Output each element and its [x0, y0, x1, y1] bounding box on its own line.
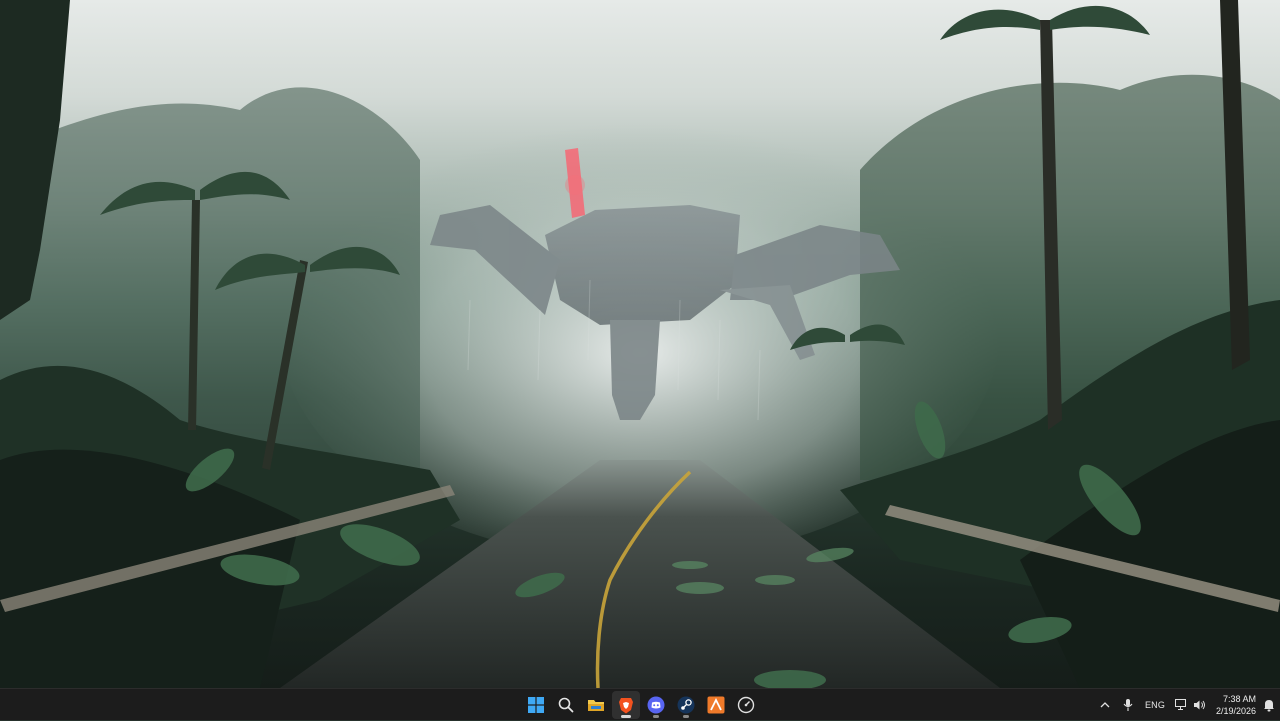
language-indicator[interactable]: ENG — [1140, 689, 1170, 721]
show-hidden-icons-button[interactable] — [1094, 689, 1116, 721]
taskbar: ENG 7:38 AM 2/19/2026 — [0, 688, 1280, 720]
windows-start-icon — [528, 697, 544, 713]
orange-app-button[interactable] — [702, 691, 730, 719]
active-indicator — [621, 715, 631, 718]
gauge-app-button[interactable] — [732, 691, 760, 719]
steam-icon — [677, 696, 695, 714]
system-tray: ENG 7:38 AM 2/19/2026 — [1094, 689, 1280, 721]
network-icon — [1174, 699, 1186, 710]
brave-browser-icon — [619, 697, 633, 713]
gauge-app-icon — [737, 696, 755, 714]
wallpaper-art — [0, 0, 1280, 688]
network-volume-button[interactable] — [1170, 689, 1210, 721]
orange-app-icon — [707, 696, 725, 714]
steam-button[interactable] — [672, 691, 700, 719]
search-icon — [558, 697, 574, 713]
folder-icon — [588, 700, 604, 711]
desktop-wallpaper — [0, 0, 1280, 688]
language-label: ENG — [1144, 700, 1166, 710]
notification-bell-icon — [1264, 699, 1274, 711]
brave-button[interactable] — [612, 691, 640, 719]
running-indicator — [653, 715, 659, 718]
microphone-button[interactable] — [1116, 689, 1140, 721]
taskbar-apps — [522, 689, 760, 721]
discord-icon — [647, 696, 665, 714]
clock[interactable]: 7:38 AM 2/19/2026 — [1210, 689, 1258, 721]
search-button[interactable] — [552, 691, 580, 719]
start-button[interactable] — [522, 691, 550, 719]
clock-date: 2/19/2026 — [1215, 706, 1256, 716]
microphone-icon — [1123, 699, 1133, 711]
discord-button[interactable] — [642, 691, 670, 719]
notifications-button[interactable] — [1258, 689, 1280, 721]
volume-icon — [1193, 700, 1205, 710]
clock-time: 7:38 AM — [1222, 694, 1256, 704]
file-explorer-button[interactable] — [582, 691, 610, 719]
chevron-up-icon — [1100, 702, 1110, 708]
running-indicator — [683, 715, 689, 718]
